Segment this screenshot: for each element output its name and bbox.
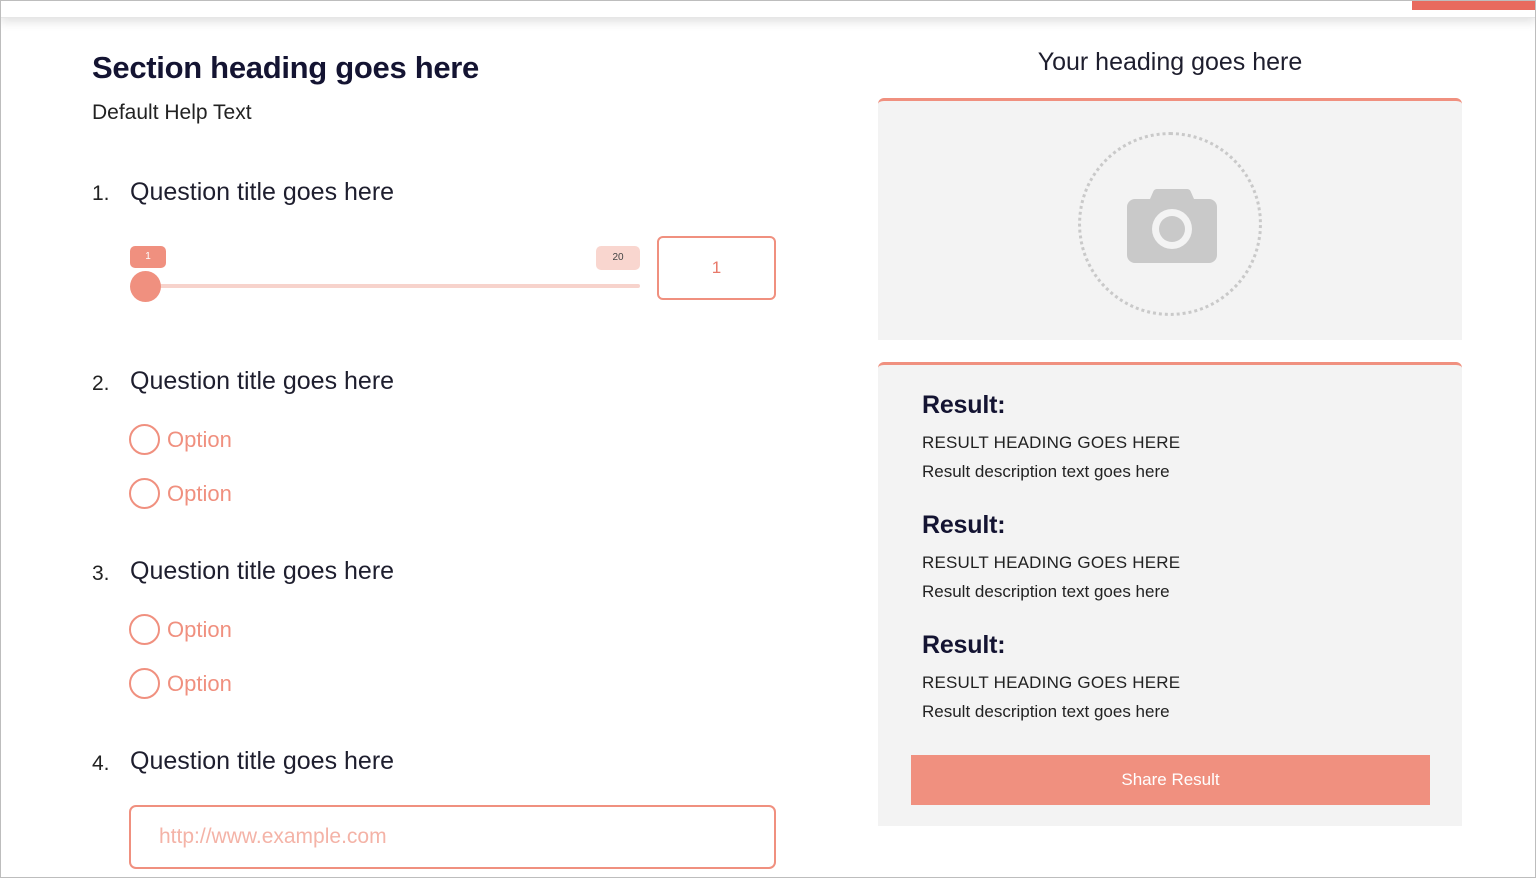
question-2-option-1[interactable]: Option <box>129 424 232 455</box>
radio-button[interactable] <box>129 668 160 699</box>
result-card: Result: RESULT HEADING GOES HERE Result … <box>878 362 1462 826</box>
question-3-option-1[interactable]: Option <box>129 614 232 645</box>
slider-handle[interactable] <box>130 271 161 302</box>
top-bar <box>0 0 1536 18</box>
result-heading: RESULT HEADING GOES HERE <box>922 553 1181 572</box>
url-input[interactable] <box>129 805 776 869</box>
result-description: Result description text goes here <box>922 582 1170 601</box>
share-result-button[interactable]: Share Result <box>911 755 1430 805</box>
question-3-title: Question title goes here <box>130 557 395 585</box>
radio-button[interactable] <box>129 614 160 645</box>
option-label: Option <box>167 480 232 506</box>
option-label: Option <box>167 426 232 452</box>
result-description: Result description text goes here <box>922 702 1170 721</box>
question-3-number: 3. <box>92 562 110 585</box>
help-text: Default Help Text <box>92 101 252 124</box>
question-1-number: 1. <box>92 182 110 205</box>
slider-max-badge: 20 <box>596 246 640 270</box>
question-2-option-2[interactable]: Option <box>129 478 232 509</box>
result-label: Result: <box>922 631 1006 659</box>
question-3-option-2[interactable]: Option <box>129 668 232 699</box>
radio-button[interactable] <box>129 424 160 455</box>
option-label: Option <box>167 670 232 696</box>
result-label: Result: <box>922 391 1006 419</box>
question-4-number: 4. <box>92 752 110 775</box>
image-upload-placeholder[interactable] <box>1078 132 1262 316</box>
slider-track[interactable] <box>146 284 640 288</box>
question-1-title: Question title goes here <box>130 178 395 206</box>
camera-icon <box>1127 189 1217 263</box>
top-bar-accent <box>1412 0 1536 10</box>
slider-value-input[interactable]: 1 <box>657 236 776 300</box>
question-2-title: Question title goes here <box>130 367 395 395</box>
result-description: Result description text goes here <box>922 462 1170 481</box>
result-heading: RESULT HEADING GOES HERE <box>922 433 1181 452</box>
result-item: Result: RESULT HEADING GOES HERE Result … <box>922 391 1180 482</box>
image-card <box>878 98 1462 340</box>
slider-min-badge: 1 <box>130 246 166 268</box>
result-item: Result: RESULT HEADING GOES HERE Result … <box>922 631 1180 722</box>
result-item: Result: RESULT HEADING GOES HERE Result … <box>922 511 1180 602</box>
question-2-number: 2. <box>92 372 110 395</box>
results-heading: Your heading goes here <box>1037 48 1303 76</box>
result-label: Result: <box>922 511 1006 539</box>
section-heading: Section heading goes here <box>92 50 479 85</box>
question-4-title: Question title goes here <box>130 747 395 775</box>
radio-button[interactable] <box>129 478 160 509</box>
result-heading: RESULT HEADING GOES HERE <box>922 673 1181 692</box>
option-label: Option <box>167 616 232 642</box>
